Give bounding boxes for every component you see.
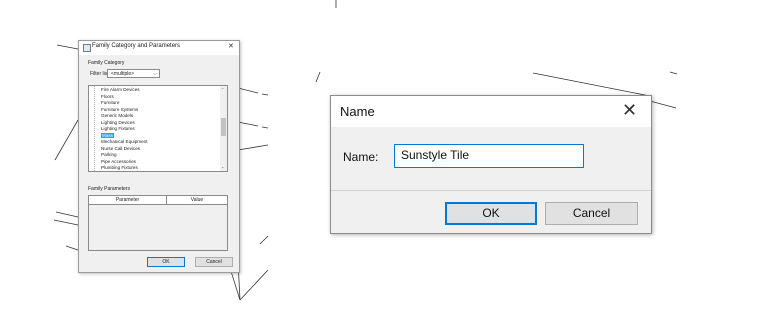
app-icon (83, 44, 91, 52)
ok-button[interactable]: OK (445, 202, 537, 225)
scrollbar-thumb[interactable] (221, 118, 226, 136)
dialog-titlebar: Name ✕ (331, 96, 651, 127)
family-category-dialog: Family Category and Parameters ✕ Family … (78, 40, 240, 273)
ok-button[interactable]: OK (147, 257, 185, 267)
filter-value: <multiple> (111, 71, 135, 77)
list-item[interactable]: Furniture (101, 100, 119, 105)
close-icon[interactable]: ✕ (622, 100, 637, 120)
column-header-value[interactable]: Value (167, 196, 227, 205)
name-dialog: Name ✕ Name: Sunstyle Tile OK Cancel (330, 95, 652, 234)
list-item[interactable]: Nurse Call Devices (101, 146, 140, 151)
list-item[interactable]: Lighting Devices (101, 120, 135, 125)
list-item[interactable]: Generic Models (101, 113, 133, 118)
divider (331, 190, 651, 191)
list-item[interactable]: Floors (101, 94, 114, 99)
chevron-down-icon[interactable]: ⌄ (221, 164, 224, 169)
chevron-up-icon[interactable]: ⌃ (221, 87, 224, 92)
list-item[interactable]: Plumbing Fixtures (101, 165, 138, 170)
dialog-title: Family Category and Parameters (92, 43, 181, 49)
name-label: Name: (343, 150, 379, 164)
cancel-button[interactable]: Cancel (195, 257, 233, 267)
parameters-table: Parameter Value (88, 195, 228, 251)
close-icon[interactable]: ✕ (228, 42, 234, 50)
list-item[interactable]: Furniture Systems (101, 107, 138, 112)
category-section-label: Family Category (88, 60, 125, 66)
category-list[interactable]: Fire Alarm Devices Floors Furniture Furn… (88, 85, 228, 172)
list-item[interactable]: Lighting Fixtures (101, 126, 135, 131)
list-item[interactable]: Parking (101, 152, 117, 157)
dialog-titlebar: Family Category and Parameters ✕ (79, 41, 239, 55)
list-item[interactable]: Mechanical Equipment (101, 139, 147, 144)
tree-lines (94, 86, 99, 171)
list-item[interactable]: Pipe Accessories (101, 159, 136, 164)
parameters-section-label: Family Parameters (88, 186, 130, 192)
name-input[interactable]: Sunstyle Tile (394, 144, 584, 168)
column-header-parameter[interactable]: Parameter (89, 196, 167, 205)
filter-dropdown[interactable]: <multiple> ⌵ (107, 69, 160, 78)
list-item-selected[interactable]: Mass (101, 132, 114, 138)
cancel-button[interactable]: Cancel (545, 202, 638, 225)
list-item[interactable]: Fire Alarm Devices (101, 87, 140, 92)
chevron-down-icon: ⌵ (153, 71, 157, 77)
dialog-title: Name (340, 104, 375, 119)
list-scrollbar[interactable]: ⌃ ⌄ (220, 86, 227, 171)
